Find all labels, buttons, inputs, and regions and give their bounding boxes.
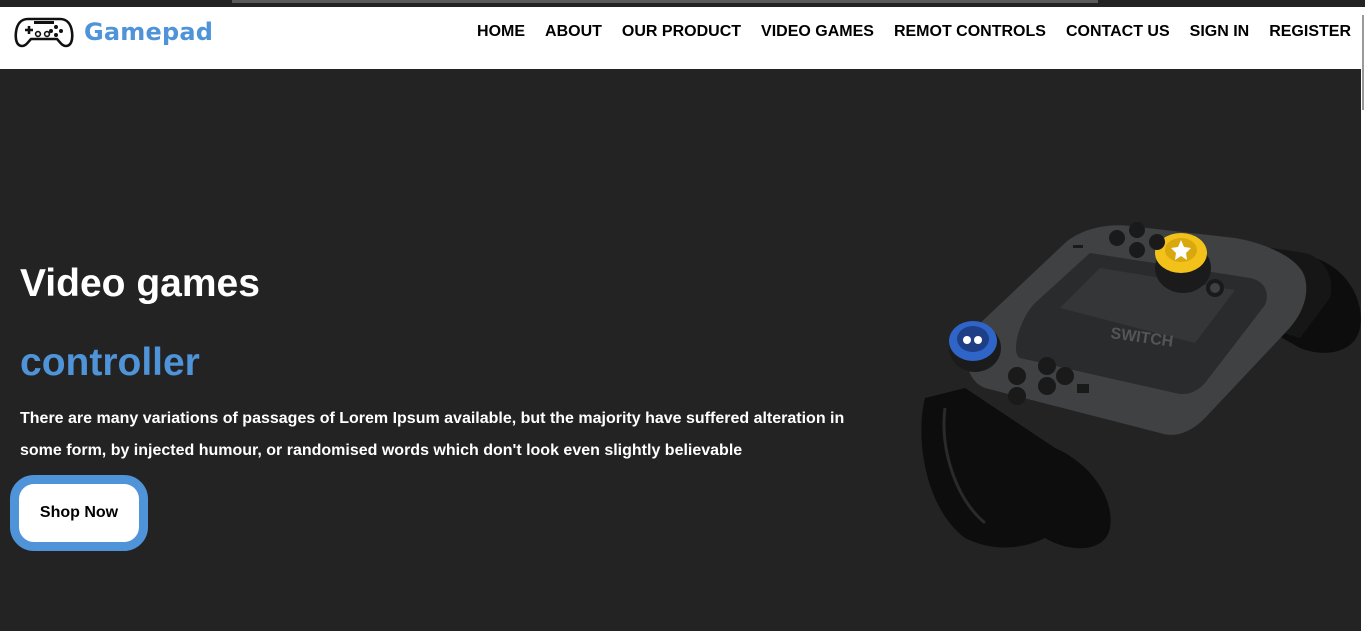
nav-register[interactable]: REGISTER: [1269, 23, 1351, 41]
nav-home[interactable]: HOME: [477, 23, 525, 41]
nav-about[interactable]: ABOUT: [545, 23, 602, 41]
top-strip: [0, 0, 1365, 7]
game-controller-image: SWITCH: [905, 208, 1365, 558]
brand-name: Gamepad: [84, 18, 214, 46]
hero-title: Video games: [20, 262, 260, 305]
nav-video-games[interactable]: VIDEO GAMES: [761, 23, 874, 41]
nav-sign-in[interactable]: SIGN IN: [1190, 23, 1250, 41]
nav-our-product[interactable]: OUR PRODUCT: [622, 23, 741, 41]
nav-contact-us[interactable]: CONTACT US: [1066, 23, 1170, 41]
hero-subtitle: controller: [20, 341, 200, 384]
top-strip-bar: [232, 0, 1098, 3]
hero-description: There are many variations of passages of…: [20, 410, 845, 459]
shop-now-button[interactable]: Shop Now: [10, 475, 148, 551]
brand-logo[interactable]: Gamepad: [14, 16, 213, 48]
nav-remot-controls[interactable]: REMOT CONTROLS: [894, 23, 1046, 41]
gamepad-icon: [14, 16, 74, 48]
scrollbar-thumb[interactable]: [1362, 15, 1364, 110]
main-nav: HOME ABOUT OUR PRODUCT VIDEO GAMES REMOT…: [457, 23, 1351, 41]
site-header: Gamepad HOME ABOUT OUR PRODUCT VIDEO GAM…: [0, 7, 1361, 69]
